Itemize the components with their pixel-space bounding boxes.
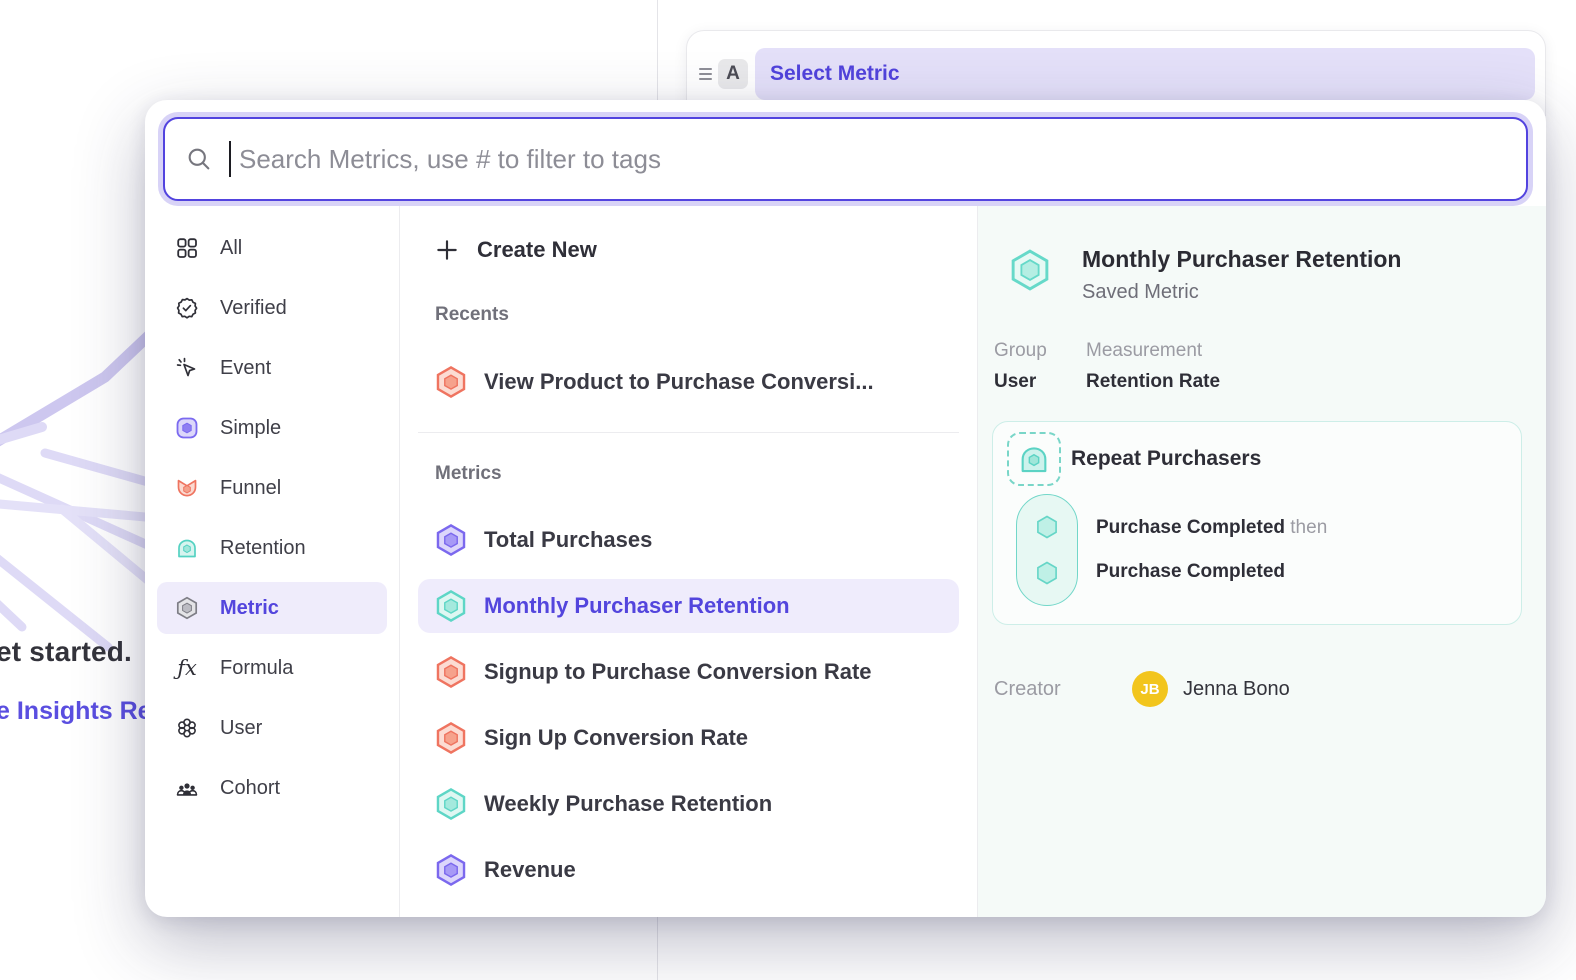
funnel-steps-capsule — [1016, 494, 1078, 606]
funnel-icon — [175, 476, 199, 500]
sidebar-item-metric[interactable]: Metric — [157, 582, 387, 634]
formula-icon: ƒx — [175, 656, 199, 680]
metric-hexagon-icon — [434, 589, 468, 623]
step-hexagon-icon — [1033, 559, 1061, 587]
metric-selector-modal: All Verified Event — [145, 100, 1546, 917]
detail-subtitle: Saved Metric — [1082, 281, 1401, 304]
retention-arch-icon — [1017, 442, 1051, 476]
metric-list-item[interactable]: Revenue — [418, 843, 959, 897]
user-cluster-icon — [175, 716, 199, 740]
sidebar-item-event[interactable]: Event — [157, 342, 387, 394]
step-connector: then — [1285, 517, 1327, 538]
measurement-label: Measurement — [1086, 340, 1220, 362]
step-hexagon-icon — [1033, 513, 1061, 541]
sidebar-item-simple[interactable]: Simple — [157, 402, 387, 454]
select-metric-button[interactable]: Select Metric — [755, 48, 1535, 100]
measurement-value: Retention Rate — [1086, 371, 1220, 393]
verified-seal-icon — [175, 296, 199, 320]
metric-hexagon-icon — [434, 787, 468, 821]
type-filter-sidebar: All Verified Event — [145, 206, 400, 917]
recent-item[interactable]: View Product to Purchase Conversi... — [418, 354, 959, 410]
page-background: et started. e Insights Re A Select Metri… — [0, 0, 1576, 980]
list-divider — [418, 432, 959, 433]
metric-hexagon-icon — [434, 523, 468, 557]
search-input[interactable] — [237, 143, 1526, 176]
metric-hexagon-icon — [434, 365, 468, 399]
metric-hexagon-icon — [434, 721, 468, 755]
text-cursor — [229, 141, 231, 177]
event-cursor-icon — [175, 356, 199, 380]
background-get-started-heading: et started. — [0, 636, 132, 668]
select-metric-label: Select Metric — [770, 62, 900, 86]
search-icon — [185, 145, 213, 173]
sidebar-item-funnel[interactable]: Funnel — [157, 462, 387, 514]
metric-hexagon-icon — [434, 655, 468, 689]
metric-list-item[interactable]: Signup to Purchase Conversion Rate — [418, 645, 959, 699]
cohort-people-icon — [175, 776, 199, 800]
metrics-section-header: Metrics — [435, 463, 977, 485]
simple-icon — [175, 416, 199, 440]
creator-name: Jenna Bono — [1183, 678, 1290, 701]
metric-list-column: Create New Recents View Product to Purch… — [400, 206, 978, 917]
definition-dashed-icon — [1007, 432, 1061, 486]
metric-detail-panel: Monthly Purchaser Retention Saved Metric… — [978, 206, 1546, 917]
sidebar-item-all[interactable]: All — [157, 222, 387, 274]
definition-name: Repeat Purchasers — [1071, 447, 1261, 471]
metric-list-item[interactable]: Weekly Purchase Retention — [418, 777, 959, 831]
retention-arch-icon — [175, 536, 199, 560]
sidebar-item-user[interactable]: User — [157, 702, 387, 754]
definition-card: Repeat Purchasers — [992, 421, 1522, 625]
saved-metric-hexagon-icon — [1008, 246, 1052, 294]
search-focus-ring — [158, 112, 1533, 206]
creator-label: Creator — [994, 678, 1132, 701]
metric-list-item[interactable]: Sign Up Conversion Rate — [418, 711, 959, 765]
sidebar-item-verified[interactable]: Verified — [157, 282, 387, 334]
step-2-event: Purchase Completed — [1096, 561, 1327, 583]
sidebar-item-cohort[interactable]: Cohort — [157, 762, 387, 814]
search-field[interactable] — [163, 117, 1528, 201]
drag-handle-icon[interactable] — [693, 68, 718, 80]
recents-section-header: Recents — [435, 304, 977, 326]
sidebar-item-formula[interactable]: ƒx Formula — [157, 642, 387, 694]
grid-icon — [175, 236, 199, 260]
background-insights-link[interactable]: e Insights Re — [0, 697, 152, 726]
metric-hexagon-icon — [175, 596, 199, 620]
detail-title: Monthly Purchaser Retention — [1082, 246, 1401, 273]
group-label: Group — [994, 340, 1062, 362]
plus-icon — [434, 237, 460, 263]
metric-list-item[interactable]: Total Purchases — [418, 513, 959, 567]
creator-avatar: JB — [1132, 671, 1168, 707]
metric-hexagon-icon — [434, 853, 468, 887]
create-new-button[interactable]: Create New — [418, 222, 959, 278]
step-1-event: Purchase Completed — [1096, 517, 1285, 538]
sidebar-item-retention[interactable]: Retention — [157, 522, 387, 574]
series-badge[interactable]: A — [718, 59, 748, 89]
group-value: User — [994, 371, 1062, 393]
metric-list-item-selected[interactable]: Monthly Purchaser Retention — [418, 579, 959, 633]
